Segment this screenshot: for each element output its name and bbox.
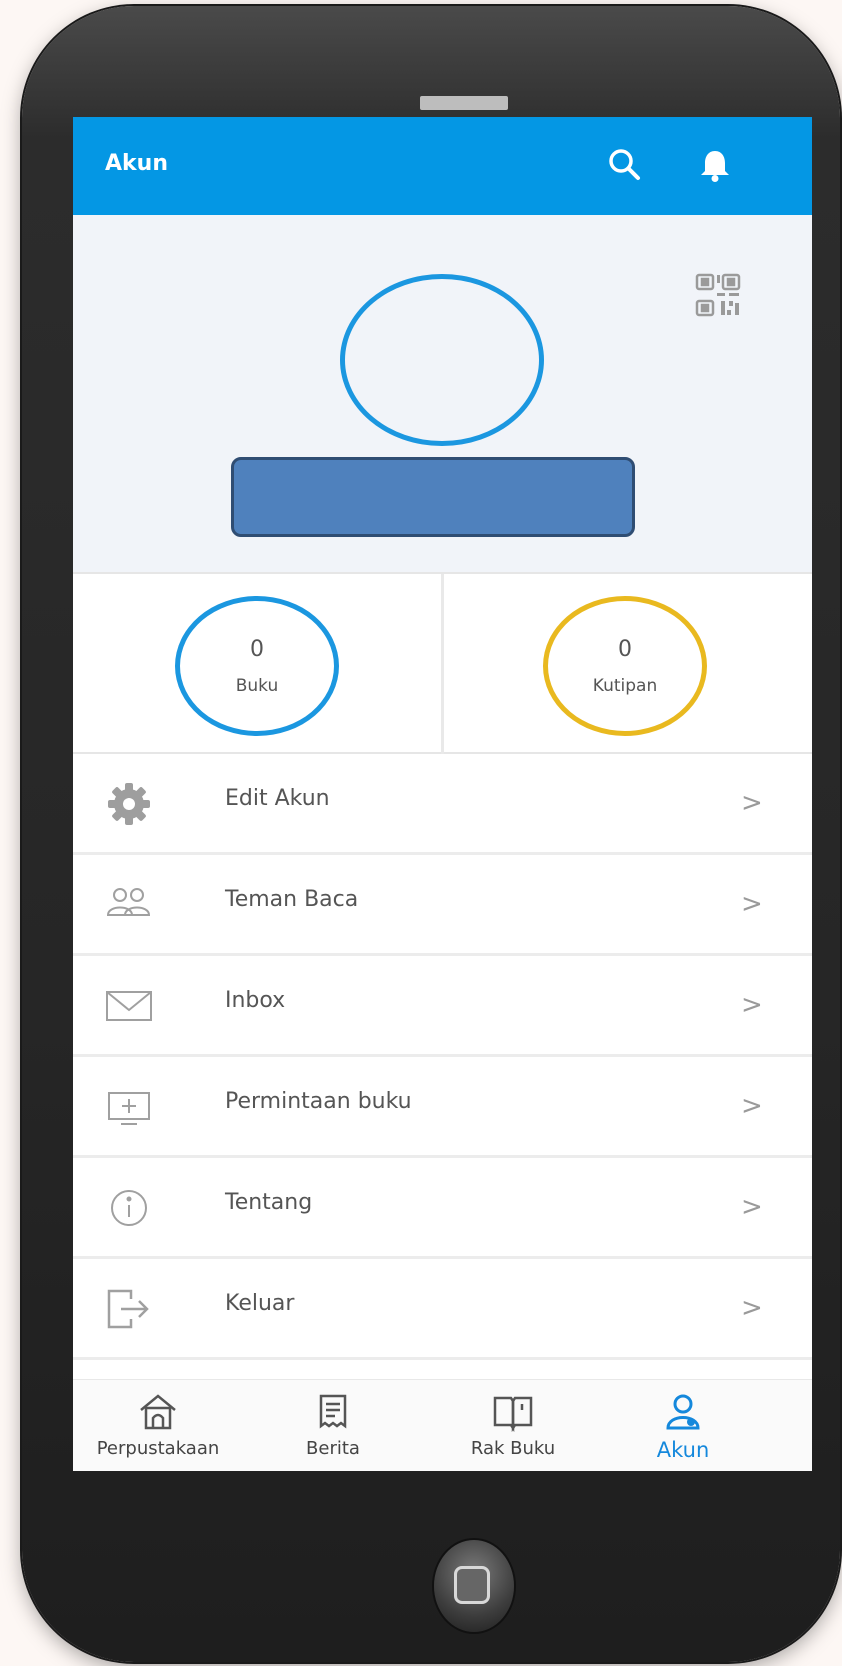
menu-item-edit-akun[interactable]: Edit Akun >	[73, 754, 812, 855]
page-title: Akun	[105, 151, 168, 176]
stats-divider	[441, 574, 444, 754]
stat-kutipan[interactable]: 0 Kutipan	[543, 596, 707, 736]
stat-buku-label: Buku	[235, 675, 279, 696]
avatar[interactable]	[340, 274, 544, 446]
nav-label: Rak Buku	[470, 1438, 556, 1459]
chevron-right-icon: >	[741, 1091, 763, 1121]
chevron-right-icon: >	[741, 788, 763, 818]
nav-perpustakaan[interactable]: Perpustakaan	[73, 1380, 243, 1471]
stats-panel: 0 Buku 0 Kutipan	[73, 572, 812, 754]
speaker-grille	[420, 96, 508, 110]
friends-icon	[105, 883, 153, 927]
nav-berita[interactable]: Berita	[273, 1380, 393, 1471]
nav-rak-buku[interactable]: Rak Buku	[443, 1380, 583, 1471]
app-screen: Akun 0 Buku 0 Kutipan Edit Akun > Teman …	[73, 117, 812, 1471]
stat-kutipan-value: 0	[618, 636, 632, 662]
search-icon[interactable]	[607, 147, 643, 183]
user-icon	[666, 1394, 700, 1430]
menu-item-label: Permintaan buku	[225, 1089, 412, 1114]
menu-item-permintaan-buku[interactable]: Permintaan buku >	[73, 1057, 812, 1158]
chevron-right-icon: >	[741, 990, 763, 1020]
profile-header	[73, 215, 812, 572]
envelope-icon	[105, 984, 153, 1028]
nav-label: Berita	[306, 1438, 360, 1459]
menu-item-label: Inbox	[225, 988, 286, 1013]
bottom-navigation: Perpustakaan Berita Rak Buku Akun	[73, 1379, 812, 1471]
menu-item-inbox[interactable]: Inbox >	[73, 956, 812, 1057]
menu-item-label: Keluar	[225, 1291, 295, 1316]
monitor-plus-icon	[105, 1085, 153, 1129]
chevron-right-icon: >	[741, 889, 763, 919]
nav-label: Akun	[656, 1438, 710, 1462]
stat-buku-value: 0	[250, 636, 264, 662]
app-bar: Akun	[73, 117, 812, 215]
gear-icon	[105, 782, 153, 826]
chevron-right-icon: >	[741, 1293, 763, 1323]
stat-buku[interactable]: 0 Buku	[175, 596, 339, 736]
open-book-icon	[493, 1396, 533, 1432]
nav-akun[interactable]: Akun	[623, 1380, 743, 1471]
nav-label: Perpustakaan	[96, 1438, 220, 1459]
news-icon	[319, 1394, 347, 1429]
home-icon	[140, 1394, 176, 1430]
menu-item-keluar[interactable]: Keluar >	[73, 1259, 812, 1360]
user-name-placeholder	[231, 457, 635, 537]
menu-item-label: Tentang	[225, 1190, 313, 1215]
account-menu: Edit Akun > Teman Baca > Inbox > Permint…	[73, 754, 812, 1360]
stat-kutipan-label: Kutipan	[592, 675, 658, 696]
menu-item-label: Edit Akun	[225, 786, 330, 811]
qr-code-icon[interactable]	[695, 273, 743, 319]
menu-item-label: Teman Baca	[225, 887, 359, 912]
info-icon	[105, 1186, 153, 1230]
logout-icon	[105, 1287, 153, 1331]
menu-item-tentang[interactable]: Tentang >	[73, 1158, 812, 1259]
chevron-right-icon: >	[741, 1192, 763, 1222]
menu-item-teman-baca[interactable]: Teman Baca >	[73, 855, 812, 956]
bell-icon[interactable]	[697, 147, 733, 183]
home-button[interactable]	[434, 1540, 514, 1632]
